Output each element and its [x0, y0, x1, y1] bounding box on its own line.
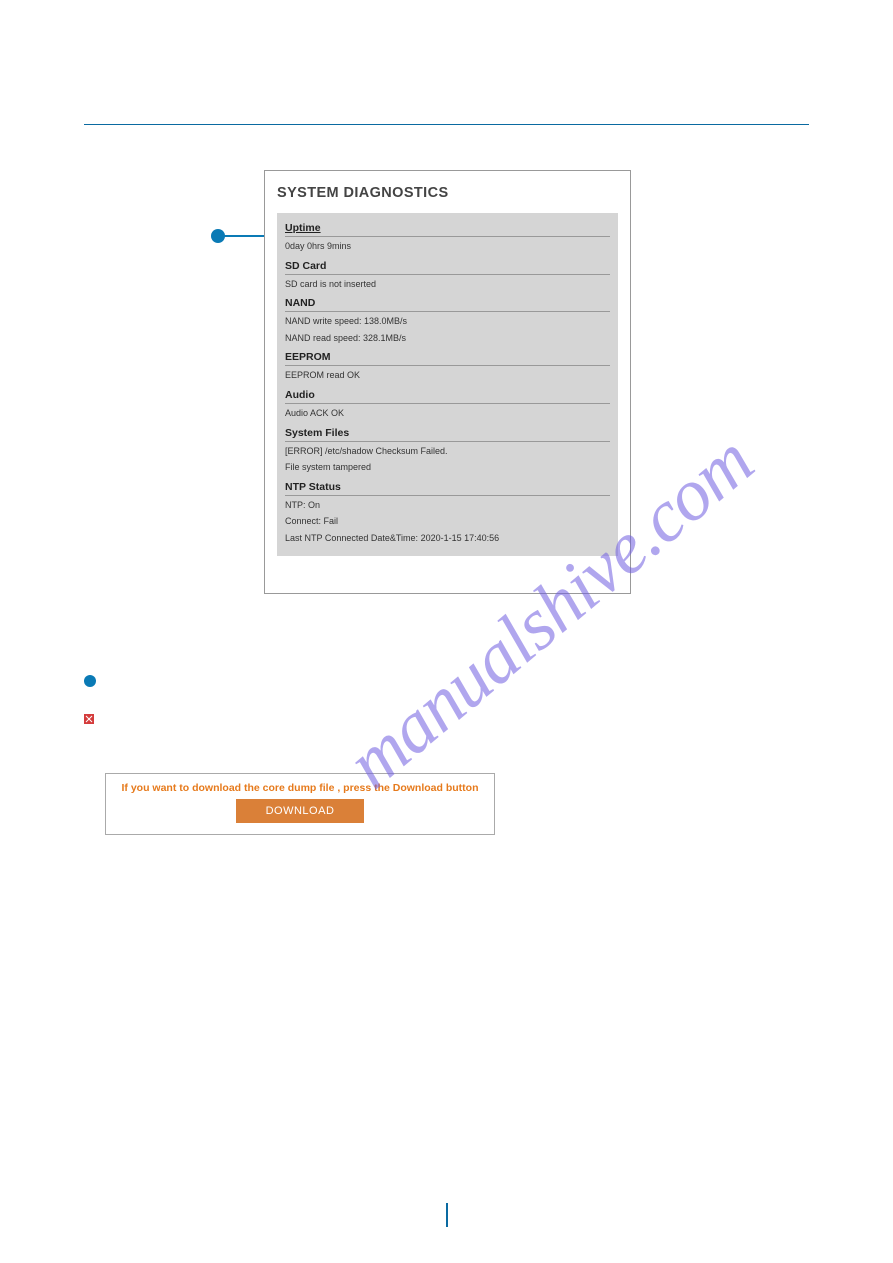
- sdcard-value: SD card is not inserted: [285, 275, 610, 292]
- uptime-value: 0day 0hrs 9mins: [285, 237, 610, 254]
- ntp-on-value: NTP: On: [285, 496, 610, 513]
- audio-value: Audio ACK OK: [285, 404, 610, 421]
- page-top-rule: [84, 124, 809, 125]
- system-files-error: [ERROR] /etc/shadow Checksum Failed.: [285, 442, 610, 459]
- uptime-header: Uptime: [285, 219, 610, 237]
- callout-bullet-status: [84, 675, 96, 687]
- core-dump-download-panel: If you want to download the core dump fi…: [105, 773, 495, 835]
- nand-header: NAND: [285, 294, 610, 312]
- nand-read-value: NAND read speed: 328.1MB/s: [285, 329, 610, 346]
- panel-body: Uptime 0day 0hrs 9mins SD Card SD card i…: [277, 213, 618, 556]
- sdcard-header: SD Card: [285, 257, 610, 275]
- ntp-last-value: Last NTP Connected Date&Time: 2020-1-15 …: [285, 529, 610, 546]
- panel-title: SYSTEM DIAGNOSTICS: [277, 185, 618, 201]
- callout-marker-1: [211, 229, 225, 243]
- download-prompt: If you want to download the core dump fi…: [106, 782, 494, 794]
- system-files-header: System Files: [285, 424, 610, 442]
- nand-write-value: NAND write speed: 138.0MB/s: [285, 312, 610, 329]
- eeprom-header: EEPROM: [285, 348, 610, 366]
- ntp-header: NTP Status: [285, 478, 610, 496]
- system-files-msg: File system tampered: [285, 458, 610, 475]
- download-button[interactable]: DOWNLOAD: [236, 799, 365, 823]
- audio-header: Audio: [285, 386, 610, 404]
- diagnostics-panel: SYSTEM DIAGNOSTICS Uptime 0day 0hrs 9min…: [264, 170, 631, 594]
- ntp-connect-value: Connect: Fail: [285, 512, 610, 529]
- page-footer-divider: [446, 1203, 448, 1227]
- eeprom-value: EEPROM read OK: [285, 366, 610, 383]
- warning-icon: [84, 714, 94, 724]
- page-footer: [0, 1202, 893, 1227]
